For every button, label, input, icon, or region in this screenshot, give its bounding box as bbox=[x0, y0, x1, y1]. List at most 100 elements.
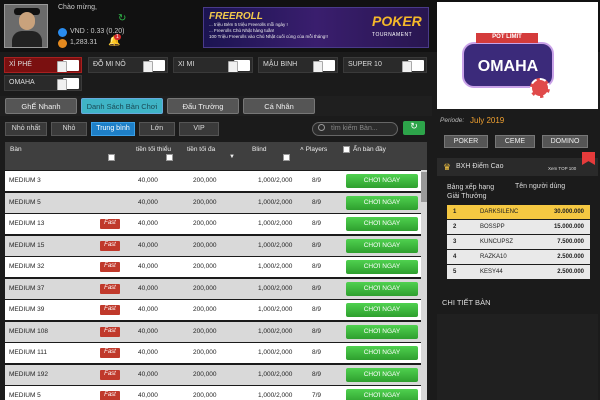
player-count: 8/9 bbox=[312, 327, 322, 335]
table-row[interactable]: MEDIUM 5 40,000 200,000 1,000/2,000 8/9 CHƠI … bbox=[5, 192, 427, 213]
fast-badge: Fast bbox=[100, 240, 120, 251]
refresh-button[interactable]: ↻ bbox=[403, 121, 425, 135]
filter-smallest[interactable]: Nhỏ nhất bbox=[5, 122, 47, 136]
play-now-button[interactable]: CHƠI NGAY bbox=[346, 260, 418, 274]
play-now-button[interactable]: CHƠI NGAY bbox=[346, 238, 418, 253]
table-row[interactable]: MEDIUM 192 40,000 200,000 1,000/2,000 8/9 Fas… bbox=[5, 364, 427, 385]
banner-brand-sub: TOURNAMENT bbox=[372, 32, 413, 38]
table-row[interactable]: MEDIUM 3 40,000 200,000 1,000/2,000 8/9 CHƠI … bbox=[5, 171, 427, 191]
freeroll-banner[interactable]: FREEROLL ... triệu Bẻm 5 triệu Freerolls… bbox=[203, 7, 429, 48]
game-tab-label: SUPER 10 bbox=[348, 61, 382, 68]
table-row[interactable]: MEDIUM 39 40,000 200,000 1,000/2,000 8/9 Fast… bbox=[5, 300, 427, 320]
max-buyin: 200,000 bbox=[193, 327, 217, 335]
view-top100-link[interactable]: Xem TOP 100 bbox=[548, 166, 576, 171]
game-tab-xiphe[interactable]: XÌ PHÉ bbox=[4, 57, 82, 73]
table-row[interactable]: MEDIUM 111 40,000 200,000 1,000/2,000 8/9 Fas… bbox=[5, 343, 427, 363]
period-label: Periode: bbox=[440, 117, 465, 124]
max-buyin: 200,000 bbox=[193, 349, 217, 356]
min-buyin: 40,000 bbox=[138, 370, 158, 378]
blind-value: 1,000/2,000 bbox=[258, 241, 293, 249]
room-name: MEDIUM 3 bbox=[9, 177, 41, 184]
period-value: July 2019 bbox=[470, 116, 505, 125]
max-buyin: 200,000 bbox=[193, 306, 217, 313]
cards-icon bbox=[143, 60, 165, 72]
player-name: KESY44 bbox=[480, 269, 503, 275]
min-buyin: 40,000 bbox=[138, 327, 158, 335]
blind-value: 1,000/2,000 bbox=[258, 306, 293, 313]
player-count: 8/9 bbox=[312, 220, 322, 227]
fast-badge: Fast bbox=[100, 283, 120, 294]
banner-title: FREEROLL bbox=[209, 11, 263, 22]
play-now-button[interactable]: CHƠI NGAY bbox=[346, 281, 418, 296]
cards-icon bbox=[402, 60, 424, 72]
tab-domino[interactable]: DOMINO bbox=[542, 135, 588, 148]
tab-arena[interactable]: Đấu Trường bbox=[167, 98, 239, 114]
cards-icon bbox=[57, 78, 79, 90]
tab-quick-seat[interactable]: GhẾ Nhanh bbox=[5, 98, 77, 114]
max-buyin: 200,000 bbox=[193, 198, 217, 206]
hide-full-label: Ẩn bàn đầy bbox=[353, 146, 386, 153]
play-now-button[interactable]: CHƠI NGAY bbox=[346, 303, 418, 317]
max-buyin: 200,000 bbox=[193, 241, 217, 249]
blind-value: 1,000/2,000 bbox=[258, 198, 293, 206]
player-count: 7/9 bbox=[312, 392, 322, 399]
col-room: Bàn bbox=[10, 146, 22, 153]
play-now-button[interactable]: CHƠI NGAY bbox=[346, 367, 418, 382]
room-name: MEDIUM 15 bbox=[9, 241, 45, 249]
scrollbar-thumb[interactable] bbox=[421, 172, 427, 202]
scrollbar[interactable] bbox=[421, 170, 427, 400]
game-tab-domino[interactable]: ĐỖ MI NÔ bbox=[88, 57, 168, 73]
player-count: 8/9 bbox=[312, 349, 322, 356]
table-row[interactable]: MEDIUM 32 40,000 200,000 1,000/2,000 8/9 Fast… bbox=[5, 257, 427, 277]
room-name: MEDIUM 5 bbox=[9, 392, 41, 399]
hide-full-checkbox[interactable] bbox=[343, 146, 350, 153]
room-filter-checkbox[interactable] bbox=[108, 154, 115, 161]
leaderboard-row: 5 KESY44 2.500.000 bbox=[447, 265, 590, 279]
leaderboard-row: 2 BOSSPP 15.000.000 bbox=[447, 220, 590, 234]
leaderboard-row: 4 RAZKA10 2.500.000 bbox=[447, 250, 590, 264]
filter-medium[interactable]: Trung bình bbox=[91, 122, 135, 136]
sort-down-icon[interactable]: ▼ bbox=[229, 154, 235, 160]
game-tab-label: XI MI bbox=[178, 61, 195, 68]
cards-icon bbox=[313, 60, 335, 72]
search-input[interactable]: tìm kiếm Bàn... bbox=[312, 122, 398, 136]
table-row[interactable]: MEDIUM 37 40,000 200,000 1,000/2,000 8/9 Fast… bbox=[5, 278, 427, 299]
banner-line: 100 Triệu Freerolls vào Chủ Nhật cuối cù… bbox=[209, 34, 328, 39]
game-tab-maubinh[interactable]: MẬU BINH bbox=[258, 57, 338, 73]
blind-filter-checkbox[interactable] bbox=[283, 154, 290, 161]
cards-icon bbox=[228, 60, 250, 72]
table-row[interactable]: MEDIUM 15 40,000 200,000 1,000/2,000 8/9 Fast… bbox=[5, 235, 427, 256]
tab-ceme[interactable]: CEME bbox=[495, 135, 535, 148]
play-now-button[interactable]: CHƠI NGAY bbox=[346, 217, 418, 231]
min-filter-checkbox[interactable] bbox=[166, 154, 173, 161]
tab-personal[interactable]: Cá Nhân bbox=[243, 98, 315, 114]
play-now-button[interactable]: CHƠI NGAY bbox=[346, 174, 418, 188]
leaderboard-row: 1 DARKSILENC 30.000.000 bbox=[447, 205, 590, 219]
table-row[interactable]: MEDIUM 5 40,000 200,000 1,000/2,000 7/9 Fast C… bbox=[5, 386, 427, 400]
refresh-icon[interactable]: ↻ bbox=[118, 13, 126, 24]
omaha-title: OMAHA bbox=[477, 58, 539, 75]
table-row[interactable]: MEDIUM 13 40,000 200,000 1,000/2,000 8/9 Fast… bbox=[5, 214, 427, 234]
play-now-button[interactable]: CHƠI NGAY bbox=[346, 195, 418, 210]
filter-vip[interactable]: VIP bbox=[179, 122, 219, 136]
tab-poker[interactable]: POKER bbox=[444, 135, 488, 148]
game-tab-ximi[interactable]: XI MI bbox=[173, 57, 253, 73]
game-tab-super10[interactable]: SUPER 10 bbox=[343, 57, 427, 73]
table-row[interactable]: MEDIUM 108 40,000 200,000 1,000/2,000 8/9 Fas… bbox=[5, 321, 427, 342]
min-buyin: 40,000 bbox=[138, 198, 158, 206]
player-count: 8/9 bbox=[312, 263, 322, 270]
player-count: 8/9 bbox=[312, 198, 322, 206]
filter-large[interactable]: Lớn bbox=[139, 122, 175, 136]
game-tab-omaha[interactable]: OMAHA bbox=[4, 75, 82, 91]
table-detail-panel bbox=[437, 314, 598, 400]
filter-small[interactable]: Nhỏ bbox=[51, 122, 87, 136]
rank-number: 5 bbox=[453, 269, 457, 275]
blind-value: 1,000/2,000 bbox=[258, 284, 293, 292]
play-now-button[interactable]: CHƠI NGAY bbox=[346, 389, 418, 400]
tab-room-list[interactable]: Danh Sách Bàn Chơi bbox=[81, 98, 163, 114]
play-now-button[interactable]: CHƠI NGAY bbox=[346, 324, 418, 339]
room-name: MEDIUM 39 bbox=[9, 306, 45, 313]
avatar[interactable] bbox=[4, 4, 48, 48]
play-now-button[interactable]: CHƠI NGAY bbox=[346, 346, 418, 360]
banner-lines: ... triệu Bẻm 5 triệu Freerolls mỗi ngày… bbox=[209, 22, 369, 40]
